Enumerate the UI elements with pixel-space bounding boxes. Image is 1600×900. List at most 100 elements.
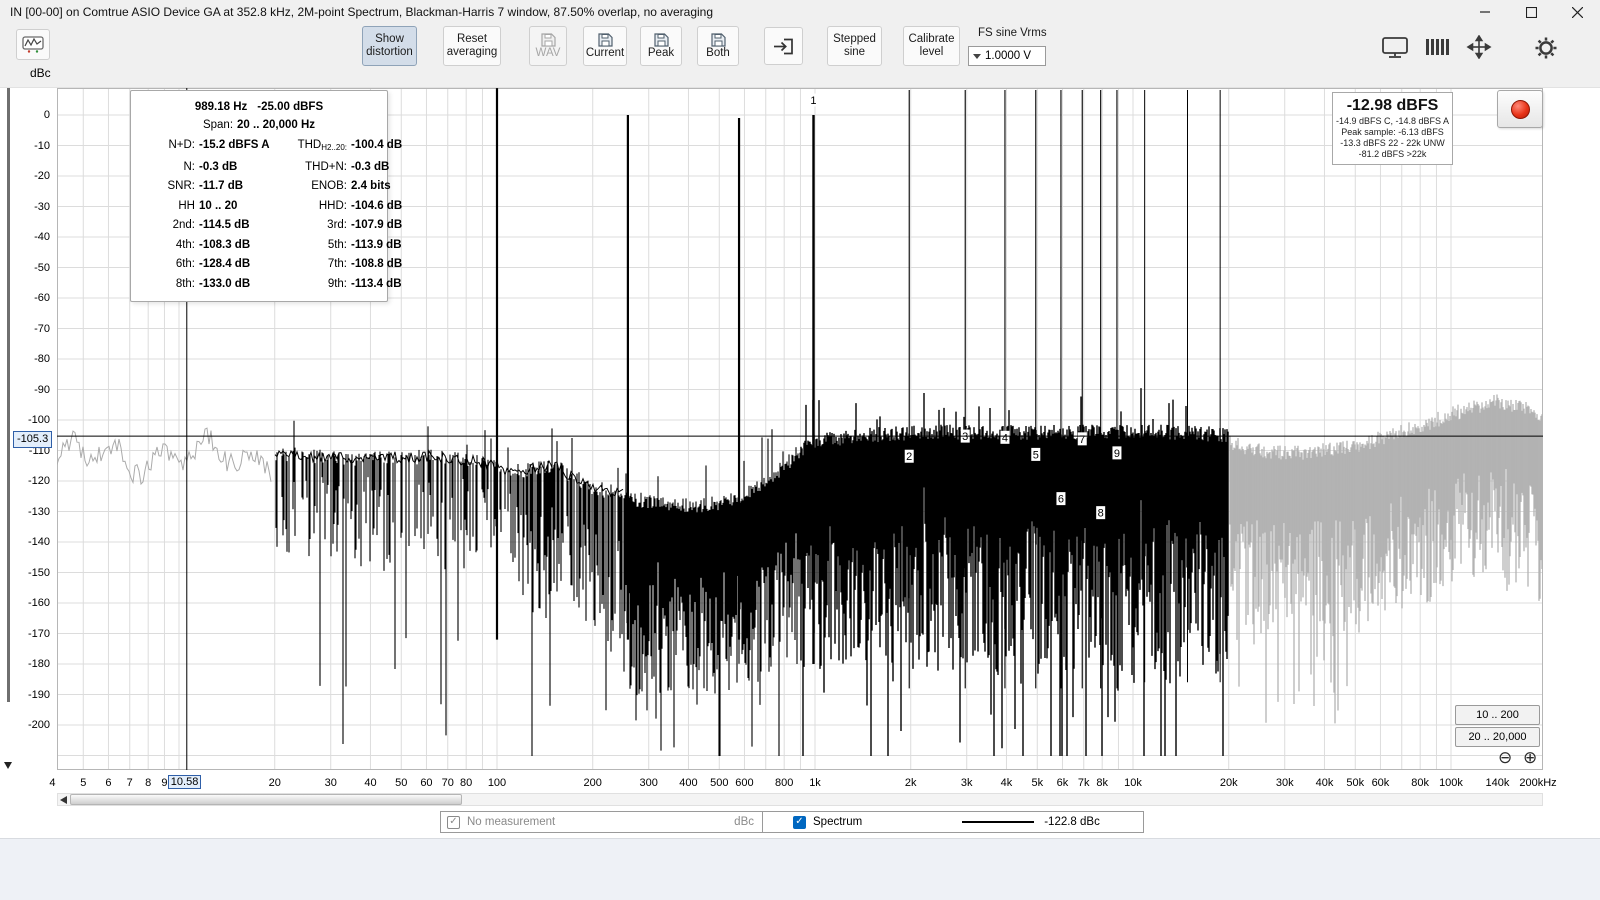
range-20-20000-button[interactable]: 20 .. 20,000 xyxy=(1455,727,1540,747)
svg-text:3: 3 xyxy=(962,431,968,443)
svg-text:1: 1 xyxy=(810,95,816,107)
level-main-value: -12.98 dBFS xyxy=(1346,97,1439,114)
legend-spectrum: ✓ Spectrum -122.8 dBc xyxy=(763,812,1143,832)
show-distortion-button[interactable]: Show distortion xyxy=(362,26,417,66)
distortion-metrics-grid: N+D: -15.2 dBFS A THDH2..20: -100.4 dB N: -0.… xyxy=(131,134,403,301)
y-axis-tick-label: -160 xyxy=(27,597,50,609)
audio-device-button[interactable] xyxy=(16,29,50,60)
y-axis-tick-label: -130 xyxy=(27,505,50,518)
x-axis-tick-label: 2k xyxy=(904,777,917,789)
x-zoom-in-button[interactable]: ⊕ xyxy=(1523,749,1537,766)
distortion-metric-value: -100.4 dB xyxy=(351,139,403,151)
x-axis-tick-label: 100 xyxy=(487,777,507,789)
record-button[interactable] xyxy=(1497,90,1543,128)
x-axis-tick-label: 40k xyxy=(1315,777,1334,789)
cursor-level-label: -105.3 xyxy=(13,431,53,448)
distortion-span-row: Span: 20 .. 20,000 Hz xyxy=(131,116,387,134)
pan-zoom-button[interactable] xyxy=(1464,34,1494,60)
y-axis-tick-label: -90 xyxy=(34,383,50,396)
close-button[interactable] xyxy=(1554,0,1600,24)
floppy-disk-icon xyxy=(710,32,726,47)
distortion-fundamental-row: 989.18 Hz -25.00 dBFS xyxy=(131,91,387,116)
app-window: IN [00-00] on Comtrue ASIO Device GA at … xyxy=(0,0,1600,900)
fs-sine-vrms-input[interactable]: 1.0000 V xyxy=(968,46,1046,66)
title-bar: IN [00-00] on Comtrue ASIO Device GA at … xyxy=(0,0,1600,24)
x-axis-tick-label: 140k xyxy=(1485,777,1510,789)
horizontal-scrollbar-thumb[interactable] xyxy=(70,794,462,805)
x-zoom-out-button[interactable]: ⊖ xyxy=(1498,749,1512,766)
distortion-metric-label: 3rd: xyxy=(327,219,347,231)
distortion-metric-value: -133.0 dB xyxy=(199,277,251,290)
distortion-metric-value: -0.3 dB xyxy=(351,160,390,173)
level-detail-lines: -14.9 dBFS C, -14.8 dBFS A Peak sample: -… xyxy=(1334,116,1451,160)
y-axis-tick-label: -70 xyxy=(34,322,50,335)
level-detail-line: -13.3 dBFS 22 - 22k UNW xyxy=(1340,138,1445,148)
distortion-metric-value: 2.4 bits xyxy=(351,180,391,192)
x-axis-tick-label: 3k xyxy=(960,777,973,789)
dropdown-arrow-icon xyxy=(973,53,981,59)
level-detail-line: -81.2 dBFS >22k xyxy=(1358,149,1427,159)
distortion-metric-value: -108.8 dB xyxy=(351,258,403,270)
distortion-metric-label: THDH2..20: xyxy=(297,139,347,152)
x-axis-tick-label: 200kHz xyxy=(1519,777,1557,789)
y-axis-tick-label: -80 xyxy=(34,353,50,365)
y-axis-tick-label: -60 xyxy=(34,292,50,304)
save-both-button[interactable]: Both xyxy=(697,26,739,66)
svg-text:8: 8 xyxy=(1098,508,1104,520)
reset-averaging-button[interactable]: Reset averaging xyxy=(443,26,501,66)
save-current-button[interactable]: Current xyxy=(583,26,627,66)
no-measurement-checkbox[interactable]: ✓ xyxy=(447,815,460,829)
y-axis-tick-label: -10 xyxy=(34,139,50,152)
vertical-scrollbar[interactable] xyxy=(7,88,10,702)
y-axis-tick-label: -170 xyxy=(27,627,50,640)
calibrate-level-button[interactable]: Calibrate level xyxy=(903,26,960,66)
range-10-200-button[interactable]: 10 .. 200 xyxy=(1455,705,1540,725)
save-both-label: Both xyxy=(706,46,730,59)
no-measurement-unit: dBc xyxy=(734,816,754,828)
stepped-sine-button[interactable]: Stepped sine xyxy=(827,26,882,66)
move-arrows-icon xyxy=(1466,35,1492,59)
x-axis-tick-label: 20 xyxy=(268,777,281,789)
svg-text:6: 6 xyxy=(1058,494,1064,506)
spectrum-checkbox[interactable]: ✓ xyxy=(793,815,806,829)
scroll-left-icon[interactable] xyxy=(60,796,67,804)
distortion-metric-label: HHD: xyxy=(318,199,347,212)
x-axis-tick-label: 20k xyxy=(1219,777,1238,789)
monitor-icon xyxy=(1382,36,1408,58)
save-current-label: Current xyxy=(585,46,625,59)
x-axis-tick-label: 80 xyxy=(460,777,473,789)
settings-button[interactable] xyxy=(1532,35,1560,61)
x-axis-tick-label: 10k xyxy=(1124,777,1142,789)
x-axis-tick-label: 300 xyxy=(639,777,658,789)
svg-text:7: 7 xyxy=(1079,434,1085,446)
minimize-icon xyxy=(1480,11,1490,13)
svg-text:5: 5 xyxy=(1033,449,1039,461)
save-wav-button[interactable]: WAV xyxy=(529,26,567,66)
distortion-metric-value: -15.2 dBFS A xyxy=(199,139,270,151)
x-axis-tick-label: 60 xyxy=(420,777,433,789)
distortion-metric-label: HH xyxy=(178,199,195,212)
save-wav-label: WAV xyxy=(535,46,561,59)
distortion-panel: 989.18 Hz -25.00 dBFS Span: 20 .. 20,000 H… xyxy=(130,90,403,302)
maximize-button[interactable] xyxy=(1508,0,1554,24)
floppy-disk-icon xyxy=(597,32,613,47)
level-detail-line: -14.9 dBFS C, -14.8 dBFS A xyxy=(1335,116,1450,126)
x-axis-tick-label: 600 xyxy=(735,777,754,789)
svg-text:2: 2 xyxy=(906,451,912,463)
x-axis-tick-label: 4k xyxy=(1000,777,1013,789)
scroll-down-icon[interactable] xyxy=(4,762,12,769)
minimize-button[interactable] xyxy=(1462,0,1508,24)
y-axis-tick-label: -50 xyxy=(34,261,50,274)
horizontal-scrollbar[interactable] xyxy=(57,793,1543,806)
monitor-view-button[interactable] xyxy=(1380,34,1410,60)
x-axis-tick-label: 30k xyxy=(1275,777,1294,789)
taskbar: ifi F ENG US 5:19 PM 30/07/2025 xyxy=(0,838,1600,900)
distortion-metric-label: 2nd: xyxy=(172,219,195,231)
distortion-metric-label: THD+N: xyxy=(305,160,347,173)
export-button[interactable] xyxy=(764,27,803,65)
save-peak-label: Peak xyxy=(647,46,675,59)
save-peak-button[interactable]: Peak xyxy=(640,26,682,66)
fs-sine-vrms-label: FS sine Vrms xyxy=(978,27,1047,39)
x-axis-tick-label: 200 xyxy=(583,777,602,789)
bands-view-button[interactable] xyxy=(1423,36,1451,58)
